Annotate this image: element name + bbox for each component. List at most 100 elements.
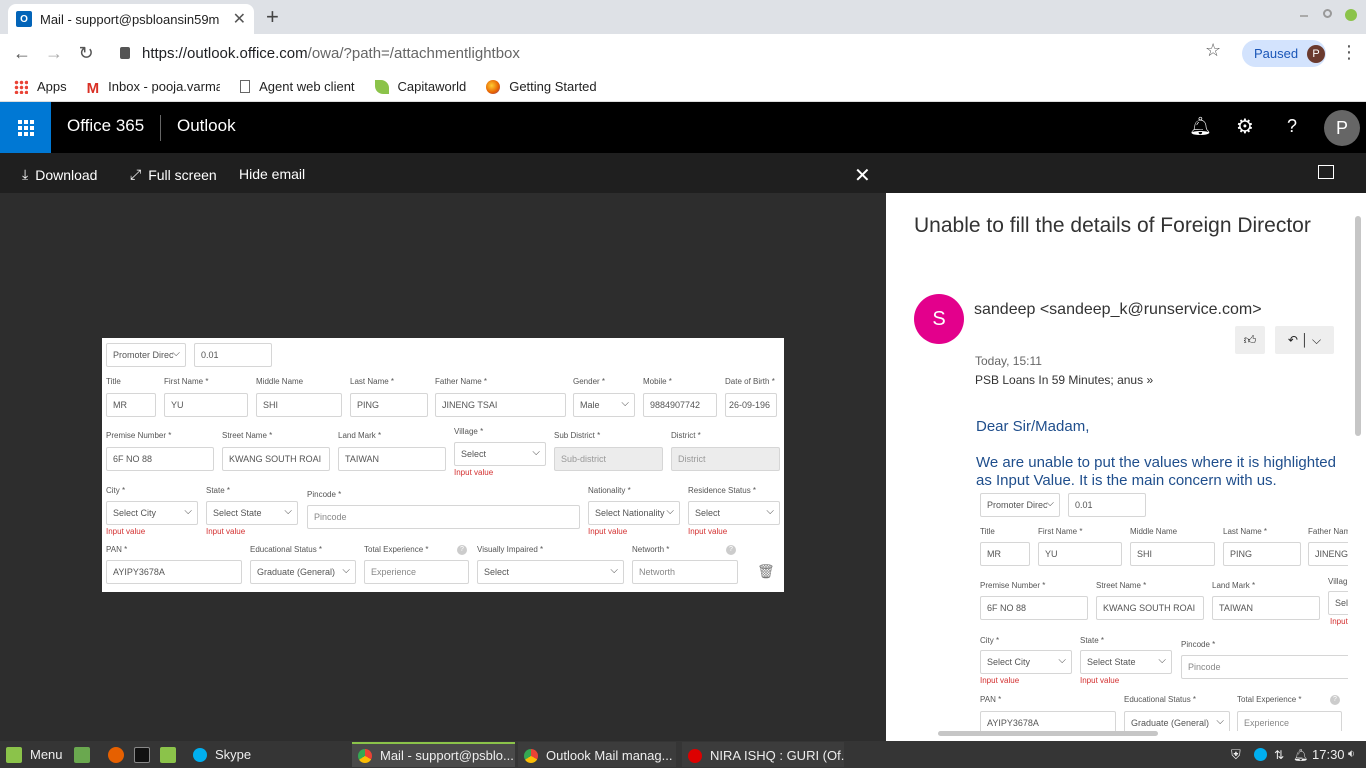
label-visually: Visually Impaired * [477, 545, 544, 554]
bookmark-capitaworld[interactable]: Capitaworld [374, 79, 466, 94]
gender-select: Male [573, 393, 635, 417]
new-tab-button[interactable]: + [266, 4, 279, 30]
inline-last-name-field: PING [1223, 542, 1301, 566]
outlook-app-name[interactable]: Outlook [177, 116, 236, 136]
forward-icon[interactable]: → [38, 43, 70, 64]
taskbar-window-opera[interactable]: NIRA ISHQ : GURI (Of... [682, 742, 844, 767]
inline-label-state: State * [1080, 636, 1105, 645]
taskbar-window-mail[interactable]: Mail - support@psblo... [352, 742, 515, 767]
user-avatar[interactable]: P [1324, 110, 1360, 146]
download-button[interactable]: ⤓ Download [22, 166, 97, 183]
taskbar: Menu Skype Mail - support@psblo... Outlo… [0, 741, 1366, 768]
village-error: Input value [454, 468, 494, 477]
browser-tab-mail[interactable]: O Mail - support@psbloansin59m ✕ [8, 4, 254, 34]
label-landmark: Land Mark * [338, 431, 382, 440]
gear-icon[interactable]: ⚙ [1236, 114, 1254, 139]
firefox-launcher-icon[interactable] [108, 741, 124, 768]
reading-pane-vertical-scrollbar[interactable] [1355, 216, 1361, 436]
like-button[interactable]: 👍︎ [1235, 326, 1265, 354]
url-field[interactable]: https://outlook.office.com/owa/?path=/at… [120, 38, 1236, 68]
inline-village-error: Input [1330, 617, 1348, 626]
hide-email-button[interactable]: Hide email [239, 166, 305, 182]
label-residence: Residence Status * [688, 486, 757, 495]
inline-label-pan: PAN * [980, 695, 1002, 704]
outlook-icon: O [16, 11, 32, 27]
label-title: Title [106, 377, 121, 386]
bookmark-label: Getting Started [509, 79, 597, 94]
window-close-icon[interactable] [1345, 9, 1357, 21]
office365-brand[interactable]: Office 365 [67, 116, 144, 136]
email-greeting: Dear Sir/Madam, [976, 418, 1090, 435]
close-lightbox-icon[interactable]: ✕ [854, 163, 871, 188]
network-icon[interactable]: ⇅ [1274, 741, 1284, 768]
bell-icon[interactable]: 🔔︎ [1189, 116, 1212, 137]
village-select: Select [454, 442, 546, 466]
sender-name[interactable]: sandeep <sandeep_k@runservice.com> [974, 301, 1262, 319]
title-field: MR [106, 393, 156, 417]
notification-bell-icon[interactable]: 🔔︎ [1293, 741, 1308, 768]
pan-field: AYIPY3678A [106, 560, 242, 584]
taskbar-window-outlook[interactable]: Outlook Mail manag... [518, 742, 676, 767]
inline-title-field: MR [980, 542, 1030, 566]
reply-icon: ↶ │ ⌵ [1287, 332, 1322, 347]
show-desktop-icon[interactable] [74, 741, 90, 768]
shield-icon[interactable]: ⛨ [1231, 741, 1241, 768]
bookmark-agent-web-client[interactable]: Agent web client [240, 79, 355, 94]
office365-header: Office 365 Outlook 🔔︎ ⚙ ? P [0, 102, 1366, 153]
url-host: https://outlook.office.com [142, 44, 308, 62]
label-pincode: Pincode * [307, 490, 342, 499]
inline-state-error: Input value [1080, 676, 1120, 685]
tab-title: Mail - support@psbloansin59m [40, 11, 220, 27]
start-menu-button[interactable]: Menu [6, 741, 63, 768]
bookmark-apps[interactable]: Apps [14, 79, 67, 94]
reload-icon[interactable]: ↻ [70, 43, 102, 64]
expand-recipients-icon[interactable]: » [1146, 373, 1153, 387]
inline-education-select: Graduate (General) [1124, 711, 1230, 731]
recipients-text: PSB Loans In 59 Minutes; anus [975, 373, 1144, 387]
tab-close-icon[interactable]: ✕ [233, 9, 246, 29]
inline-landmark-field: TAIWAN [1212, 596, 1320, 620]
bookmark-getting-started[interactable]: Getting Started [486, 79, 597, 94]
label-middle-name: Middle Name [256, 377, 304, 386]
browser-menu-icon[interactable]: ⋮ [1340, 42, 1358, 63]
sender-avatar: S [914, 294, 964, 344]
menu-label: Menu [30, 747, 63, 762]
profile-paused-button[interactable]: Paused P [1242, 40, 1326, 67]
popout-icon[interactable] [1318, 165, 1334, 179]
dob-field: 26-09-196 [725, 393, 777, 417]
inline-label-landmark: Land Mark * [1212, 581, 1256, 590]
volume-icon[interactable]: 🔉︎ [1348, 741, 1355, 768]
app-launcher-icon[interactable] [0, 102, 51, 153]
label-street: Street Name * [222, 431, 273, 440]
reply-button[interactable]: ↶ │ ⌵ [1275, 326, 1334, 354]
minimize-icon[interactable] [1300, 15, 1308, 17]
middle-name-field: SHI [256, 393, 342, 417]
inline-pan-field: AYIPY3678A [980, 711, 1116, 731]
skype-tray-icon[interactable] [1254, 741, 1267, 768]
inline-label-pincode: Pincode * [1181, 640, 1216, 649]
email-recipients[interactable]: PSB Loans In 59 Minutes; anus » [975, 373, 1153, 387]
full-screen-button[interactable]: ⤢ Full screen [130, 166, 217, 183]
expand-icon: ⤢ [130, 166, 142, 182]
reading-pane-horizontal-scrollbar[interactable] [938, 731, 1158, 736]
inline-label-street: Street Name * [1096, 581, 1147, 590]
share-field: 0.01 [194, 343, 272, 367]
clock[interactable]: 17:30 [1312, 741, 1345, 768]
label-subdistrict: Sub District * [554, 431, 601, 440]
bookmark-inbox[interactable]: M Inbox - pooja.varma [87, 79, 221, 97]
back-icon[interactable]: ← [6, 43, 38, 64]
bookmark-star-icon[interactable]: ☆ [1205, 40, 1221, 61]
url-path: /owa/?path=/attachmentlightbox [307, 44, 520, 62]
lightbox-toolbar: ⤓ Download ⤢ Full screen Hide email ✕ [0, 153, 1366, 193]
restore-icon[interactable] [1323, 9, 1332, 18]
hide-email-label: Hide email [239, 166, 306, 182]
skype-launcher[interactable]: Skype [193, 741, 251, 768]
residence-error: Input value [688, 527, 728, 536]
promoter-select: Promoter Direc [106, 343, 186, 367]
opera-icon [688, 748, 702, 763]
help-icon[interactable]: ? [1287, 116, 1297, 137]
files-launcher-icon[interactable] [160, 741, 176, 768]
inline-label-experience: Total Experience * [1237, 695, 1302, 704]
inline-city-select: Select City [980, 650, 1072, 674]
terminal-launcher-icon[interactable] [134, 741, 150, 768]
